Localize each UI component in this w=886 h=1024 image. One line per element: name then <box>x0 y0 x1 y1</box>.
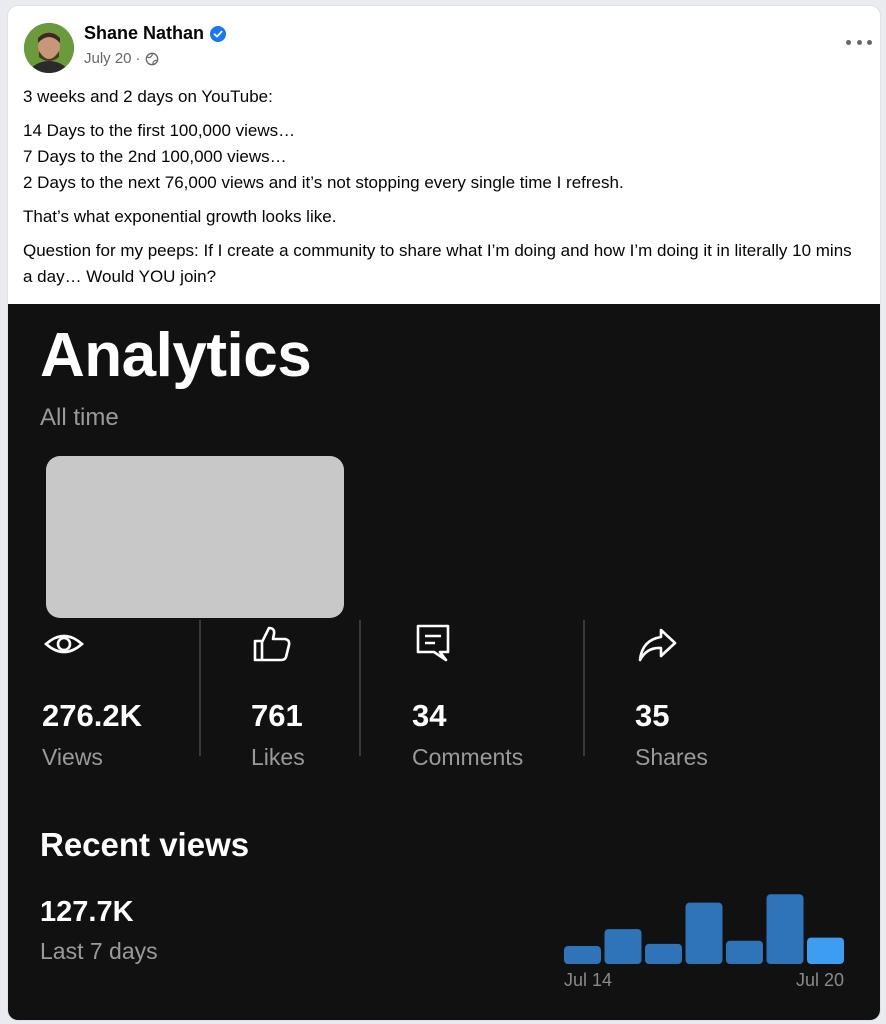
chart-bar-jul-19 <box>766 894 804 964</box>
post-text: 3 weeks and 2 days on YouTube: 14 Days t… <box>23 84 863 298</box>
share-icon <box>638 628 677 662</box>
chart-bar-jul-17 <box>685 902 723 964</box>
divider <box>199 620 201 756</box>
chart-bar-jul-18 <box>726 940 763 964</box>
chart-bar-jul-15 <box>604 929 642 964</box>
analytics-title: Analytics <box>40 321 312 390</box>
dot-icon <box>856 39 862 45</box>
stat-label: Comments <box>412 744 524 770</box>
more-options-button[interactable] <box>846 34 872 50</box>
x-tick-label: Jul 14 <box>564 970 612 990</box>
author-name[interactable]: Shane Nathan <box>84 23 227 44</box>
recent-views-title: Recent views <box>40 826 250 863</box>
recent-views-value: 127.7K <box>40 896 134 928</box>
post-date[interactable]: July 20 <box>84 50 132 67</box>
stat-label: Likes <box>251 744 305 770</box>
globe-icon <box>145 52 158 65</box>
post-line: Question for my peeps: If I create a com… <box>23 241 852 286</box>
video-thumbnail-placeholder <box>46 456 344 618</box>
eye-icon <box>44 634 84 654</box>
post-line: 14 Days to the first 100,000 views… 7 Da… <box>23 121 624 192</box>
recent-views-chart: Jul 14 Jul 20 <box>564 894 844 990</box>
thumbs-up-icon <box>253 626 291 662</box>
divider <box>359 620 361 756</box>
author-name-text[interactable]: Shane Nathan <box>84 23 204 44</box>
chart-bar-jul-16 <box>645 943 682 964</box>
stat-label: Views <box>42 744 103 770</box>
post-line: That’s what exponential growth looks lik… <box>23 207 337 226</box>
dot-icon <box>846 39 851 45</box>
stat-value: 34 <box>412 698 447 733</box>
analytics-screenshot[interactable]: Analytics All time 276.2K Views 761 Like… <box>8 304 880 1020</box>
analytics-subtitle: All time <box>40 404 119 431</box>
recent-views-label: Last 7 days <box>40 938 158 964</box>
dot-icon <box>867 39 872 45</box>
comment-icon <box>416 624 450 662</box>
stat-value: 276.2K <box>42 698 142 733</box>
stat-label: Shares <box>635 744 708 770</box>
stat-value: 35 <box>635 698 670 733</box>
avatar[interactable] <box>24 23 74 73</box>
chart-bar-jul-14 <box>564 946 601 964</box>
divider <box>583 620 585 756</box>
post-line: 3 weeks and 2 days on YouTube: <box>23 87 273 106</box>
stat-value: 761 <box>251 698 303 733</box>
meta-separator: · <box>135 50 141 67</box>
post-meta: July 20 · <box>84 50 159 67</box>
chart-bar-jul-20 <box>807 937 844 964</box>
verified-badge-icon <box>210 25 227 42</box>
post-card: Shane Nathan July 20 · 3 weeks and 2 day… <box>8 6 880 1020</box>
x-tick-label: Jul 20 <box>796 970 844 990</box>
